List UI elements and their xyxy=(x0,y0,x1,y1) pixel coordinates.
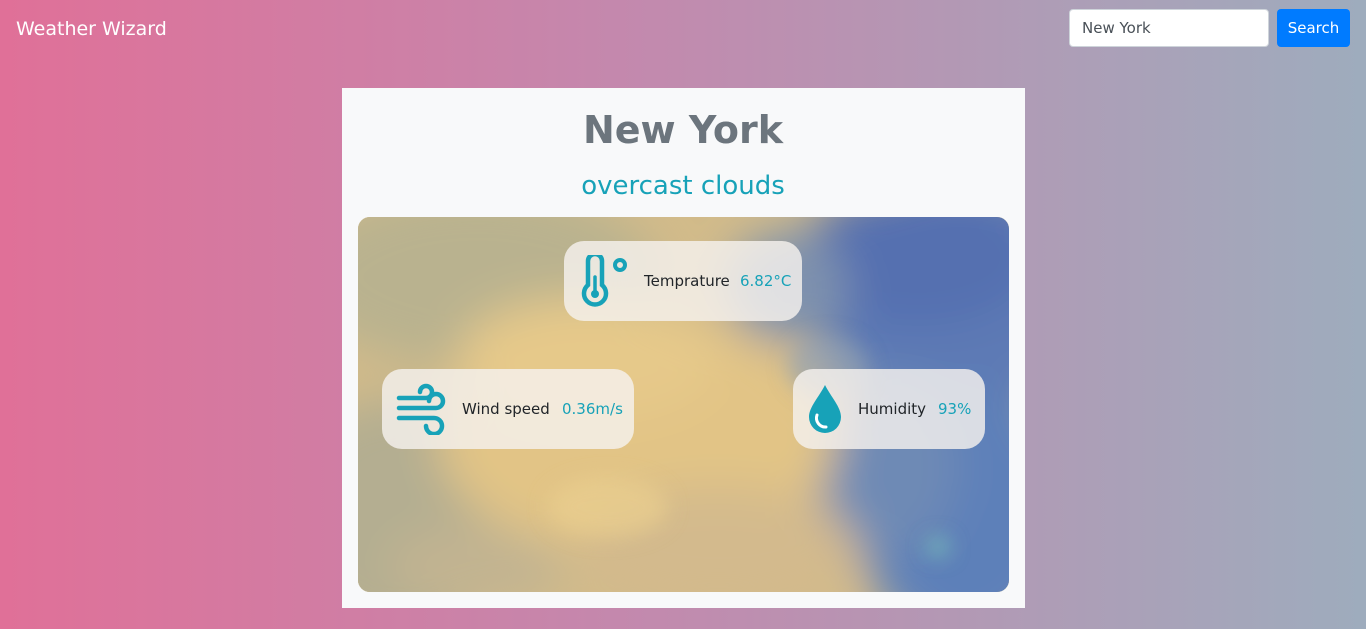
wind-speed-label: Wind speed xyxy=(462,400,550,418)
weather-description: overcast clouds xyxy=(581,171,785,201)
wind-speed-card: Wind speed 0.36m/s xyxy=(382,369,634,449)
humidity-card: Humidity 93% xyxy=(793,369,985,449)
temperature-card: Temprature 6.82°C xyxy=(564,241,802,321)
city-name: New York xyxy=(582,108,784,152)
humidity-label: Humidity xyxy=(858,400,927,418)
wind-icon xyxy=(396,383,448,437)
search-button[interactable]: Search xyxy=(1277,9,1350,47)
city-search-input[interactable] xyxy=(1069,9,1269,47)
temperature-label: Temprature xyxy=(644,272,730,290)
wind-speed-value: 0.36m/s xyxy=(562,400,623,418)
app-brand[interactable]: Weather Wizard xyxy=(16,16,167,42)
navbar: Weather Wizard Search xyxy=(0,0,1366,58)
thermometer-icon xyxy=(578,251,630,307)
temperature-value: 6.82°C xyxy=(740,272,792,290)
water-drop-icon xyxy=(805,383,845,435)
humidity-value: 93% xyxy=(938,400,972,418)
